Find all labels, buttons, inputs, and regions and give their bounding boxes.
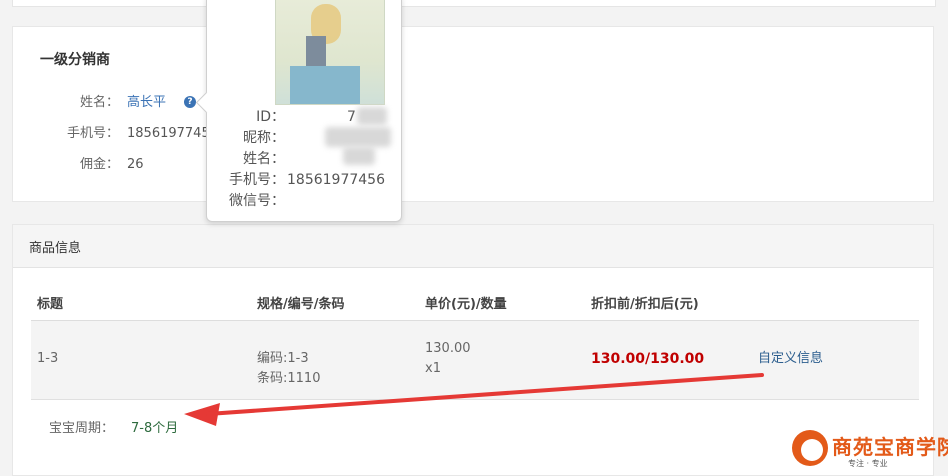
- redacted-blur: [343, 147, 375, 165]
- quantity: x1: [425, 361, 441, 376]
- column-header-discount: 折扣前/折扣后(元): [591, 297, 699, 312]
- baby-cycle-label: 宝宝周期：: [49, 421, 115, 436]
- redacted-blur: [357, 107, 387, 125]
- watermark-subtext: 专注 · 专业: [848, 459, 888, 468]
- popover-phone-value: 18561977456: [287, 172, 385, 188]
- commission-label: 佣金：: [79, 157, 119, 172]
- column-header-spec: 规格/编号/条码: [257, 297, 345, 312]
- user-info-popover: ID： 7 昵称： 姓名： 手机号： 18561977456 微信号：: [195, 0, 402, 222]
- popover-name-label: 姓名：: [243, 151, 285, 167]
- redacted-blur: [325, 127, 391, 147]
- phone-value: 18561977456: [127, 126, 218, 141]
- product-panel-title: 商品信息: [29, 241, 82, 256]
- logo-icon: [792, 430, 828, 466]
- avatar-shape: [290, 66, 360, 104]
- table-row: 1-3 编码:1-3 条码:1110 130.00 x1 130.00/130.…: [31, 321, 919, 400]
- item-barcode: 条码:1110: [257, 371, 321, 386]
- name-label: 姓名：: [79, 95, 119, 110]
- commission-value: 26: [127, 157, 144, 172]
- watermark-text: 商苑宝商学院: [832, 435, 948, 459]
- distributor-name-link[interactable]: 高长平: [127, 93, 166, 113]
- item-code: 编码:1-3: [257, 351, 309, 366]
- avatar: [275, 0, 385, 105]
- question-icon[interactable]: ?: [184, 96, 196, 108]
- panel-header: 商品信息: [13, 225, 933, 268]
- baby-cycle-value: 7-8个月: [131, 421, 179, 436]
- popover-id-value: 7: [347, 109, 356, 125]
- distributor-heading: 一级分销商: [40, 52, 110, 68]
- price-before-after: 130.00/130.00: [591, 351, 705, 367]
- unit-price: 130.00: [425, 341, 471, 356]
- column-header-price-qty: 单价(元)/数量: [425, 297, 507, 312]
- distributor-panel: 一级分销商 姓名： 高长平 ? 手机号： 18561977456 佣金： 26: [12, 26, 934, 202]
- popover-nickname-label: 昵称：: [243, 130, 285, 146]
- popover-phone-label: 手机号：: [229, 172, 285, 188]
- popover-phone-row: 手机号： 18561977456: [207, 170, 401, 190]
- column-header-title: 标题: [37, 297, 64, 312]
- popover-wechat-row: 微信号：: [207, 191, 401, 211]
- popover-id-label: ID：: [256, 109, 285, 125]
- phone-label: 手机号：: [66, 126, 119, 141]
- top-panel-edge: [12, 0, 936, 7]
- popover-wechat-label: 微信号：: [229, 193, 285, 209]
- item-title: 1-3: [37, 351, 59, 366]
- custom-info-link[interactable]: 自定义信息: [758, 349, 823, 369]
- watermark-logo: 商苑宝商学院 专注 · 专业: [790, 428, 948, 472]
